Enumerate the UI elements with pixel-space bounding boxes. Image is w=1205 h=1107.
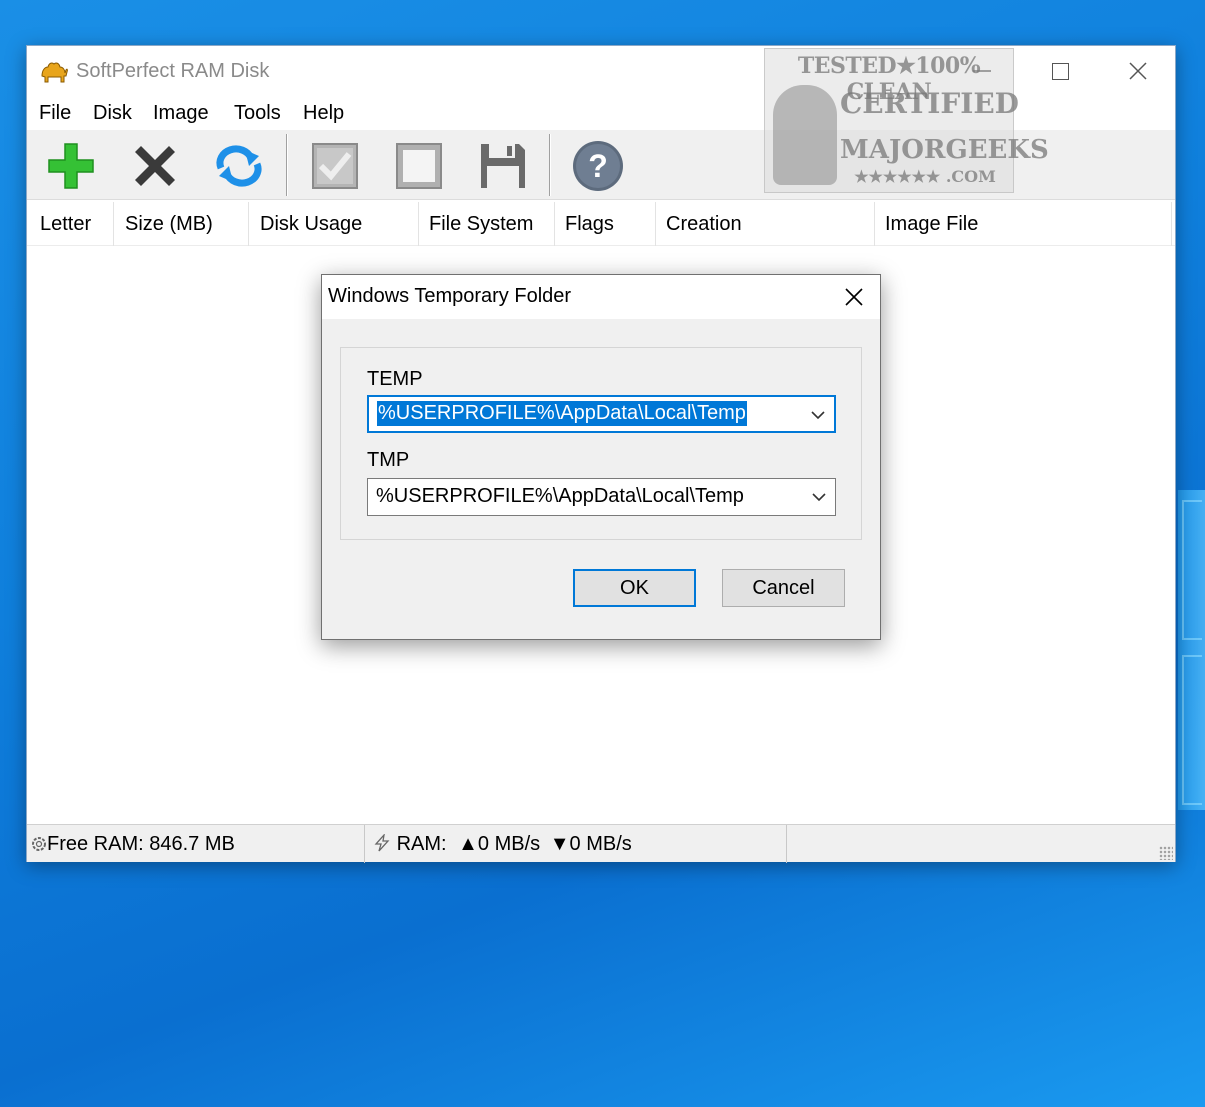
menu-disk[interactable]: Disk (91, 102, 134, 125)
close-button[interactable] (1115, 54, 1161, 88)
close-icon (845, 288, 863, 306)
free-ram-text: Free RAM: 846.7 MB (47, 833, 235, 855)
status-free-ram: Free RAM: 846.7 MB (27, 825, 365, 863)
dialog-title: Windows Temporary Folder (328, 285, 572, 307)
check-icon (312, 143, 358, 189)
column-flags[interactable]: Flags (552, 202, 656, 246)
remove-disk-button[interactable] (125, 138, 185, 194)
check-button[interactable] (305, 138, 365, 194)
square-icon (396, 143, 442, 189)
lightning-icon (374, 832, 390, 852)
dialog-title-bar[interactable]: Windows Temporary Folder (322, 275, 880, 319)
column-disk-usage[interactable]: Disk Usage (247, 202, 419, 246)
column-size[interactable]: Size (MB) (112, 202, 249, 246)
x-icon (135, 146, 175, 186)
watermark-line: ★★★★★★ .COM (854, 167, 996, 186)
temp-combobox[interactable]: %USERPROFILE%\AppData\Local\Temp (367, 395, 836, 433)
add-disk-button[interactable] (41, 138, 101, 194)
maximize-icon (1051, 62, 1069, 80)
tmp-label: TMP (367, 449, 410, 471)
desktop-window-outline (1182, 500, 1202, 640)
menu-help[interactable]: Help (301, 102, 346, 125)
floppy-icon (481, 144, 525, 188)
toolbar-separator (286, 134, 288, 196)
list-header: Letter Size (MB) Disk Usage File System … (27, 202, 1175, 246)
menu-image[interactable]: Image (151, 102, 211, 125)
majorgeeks-watermark: TESTED★100% CLEAN CERTIFIED MAJORGEEKS ★… (764, 48, 1049, 193)
toolbar: ? TESTED★100% CLEAN CERTIFIED MAJORGEEKS… (27, 48, 1175, 200)
chevron-down-icon[interactable] (809, 487, 829, 507)
help-button[interactable]: ? (568, 138, 628, 194)
column-image-file[interactable]: Image File (872, 202, 1172, 246)
plus-icon (48, 143, 94, 189)
temp-vars-group: TEMP %USERPROFILE%\AppData\Local\Temp TM… (340, 347, 862, 540)
ram-label: RAM: (396, 833, 447, 855)
temp-folder-dialog: Windows Temporary Folder TEMP %USERPROFI… (321, 274, 881, 640)
question-icon: ? (573, 141, 623, 191)
toolbar-separator (549, 134, 551, 196)
watermark-line: MAJORGEEKS (840, 135, 1049, 165)
close-icon (1129, 62, 1147, 80)
status-ram-speed: RAM: ▲0 MB/s ▼0 MB/s (365, 825, 787, 863)
maximize-button[interactable] (1037, 54, 1083, 88)
refresh-button[interactable] (209, 138, 269, 194)
dialog-close-button[interactable] (834, 279, 874, 315)
ram-down-speed: ▼0 MB/s (549, 833, 632, 855)
column-creation[interactable]: Creation (653, 202, 875, 246)
save-button[interactable] (473, 138, 533, 194)
gear-icon (32, 837, 46, 851)
refresh-icon (216, 145, 262, 187)
column-file-system[interactable]: File System (416, 202, 555, 246)
svg-text:?: ? (588, 148, 608, 184)
status-bar: Free RAM: 846.7 MB RAM: ▲0 MB/s ▼0 MB/s (27, 824, 1175, 863)
ram-up-speed: ▲0 MB/s (458, 833, 541, 855)
temp-value: %USERPROFILE%\AppData\Local\Temp (377, 401, 747, 426)
app-title: SoftPerfect RAM Disk (76, 60, 270, 82)
tmp-value: %USERPROFILE%\AppData\Local\Temp (376, 485, 744, 507)
resize-grip[interactable] (1159, 846, 1173, 860)
tmp-combobox[interactable]: %USERPROFILE%\AppData\Local\Temp (367, 478, 836, 516)
cancel-button[interactable]: Cancel (722, 569, 845, 607)
camel-icon (41, 62, 68, 83)
desktop-window-outline-lower (1182, 655, 1202, 805)
menu-file[interactable]: File (37, 102, 73, 125)
menu-tools[interactable]: Tools (232, 102, 283, 125)
watermark-line: CERTIFIED (840, 87, 1019, 120)
column-letter[interactable]: Letter (27, 202, 114, 246)
ok-button[interactable]: OK (573, 569, 696, 607)
chevron-down-icon[interactable] (808, 405, 828, 425)
square-button[interactable] (389, 138, 449, 194)
temp-label: TEMP (367, 368, 423, 390)
